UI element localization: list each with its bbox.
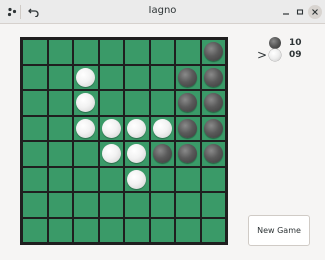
board-cell[interactable] [22,217,48,243]
board-cell[interactable] [73,90,99,116]
board-cell[interactable] [124,39,150,65]
board-cell[interactable] [47,192,73,218]
board-cell[interactable] [200,90,226,116]
board-cell[interactable] [200,115,226,141]
maximize-icon [296,9,304,15]
board-cell[interactable] [47,115,73,141]
black-disc [178,118,198,138]
white-disc [152,118,172,138]
white-disc [127,144,147,164]
board-cell[interactable] [149,192,175,218]
board-cell[interactable] [47,166,73,192]
board-cell[interactable] [175,39,201,65]
maximize-button[interactable] [292,3,308,21]
game-board [20,37,228,245]
board-cell[interactable] [124,115,150,141]
board-cell[interactable] [200,166,226,192]
board-cell[interactable] [47,90,73,116]
black-disc [203,42,223,62]
white-score: 09 [289,50,302,60]
close-icon [308,5,322,19]
board-cell[interactable] [124,217,150,243]
black-disc [203,67,223,87]
board-cell[interactable] [22,115,48,141]
black-disc [178,67,198,87]
close-button[interactable] [307,3,323,21]
black-disc [203,118,223,138]
board-cell[interactable] [149,217,175,243]
board-cell[interactable] [149,64,175,90]
board-cell[interactable] [175,217,201,243]
black-disc [203,144,223,164]
black-score: 10 [289,38,302,48]
board-cell[interactable] [73,217,99,243]
black-disc [203,93,223,113]
board-cell[interactable] [200,192,226,218]
white-disc [101,144,121,164]
board-cell[interactable] [98,166,124,192]
board-cell[interactable] [175,166,201,192]
board-cell[interactable] [124,192,150,218]
board-cell[interactable] [98,141,124,167]
board-cell[interactable] [175,192,201,218]
board-cell[interactable] [98,217,124,243]
white-disc [127,169,147,189]
board-cell[interactable] [47,141,73,167]
white-disc [76,93,96,113]
board-cell[interactable] [124,90,150,116]
board-cell[interactable] [73,141,99,167]
board-cell[interactable] [22,166,48,192]
board-cell[interactable] [98,192,124,218]
board-cell[interactable] [47,217,73,243]
board-cell[interactable] [200,64,226,90]
board-cell[interactable] [22,39,48,65]
app-window: Iagno 10 > 09 New Game [0,0,325,260]
board-cell[interactable] [73,192,99,218]
board-cell[interactable] [22,192,48,218]
board-cell[interactable] [124,141,150,167]
board-cell[interactable] [149,141,175,167]
black-disc [178,93,198,113]
board-cell[interactable] [22,64,48,90]
board-cell[interactable] [98,64,124,90]
board-cell[interactable] [200,141,226,167]
board-cell[interactable] [149,39,175,65]
board-cell[interactable] [73,115,99,141]
board-cell[interactable] [124,64,150,90]
white-disc [76,118,96,138]
board-cell[interactable] [73,39,99,65]
board-cell[interactable] [175,90,201,116]
board-cell[interactable] [47,64,73,90]
board-cell[interactable] [47,39,73,65]
board-cell[interactable] [200,39,226,65]
board-cell[interactable] [73,64,99,90]
white-disc [127,118,147,138]
board-cell[interactable] [98,115,124,141]
board-cell[interactable] [124,166,150,192]
black-disc [178,144,198,164]
board-cell[interactable] [73,166,99,192]
white-disc [101,118,121,138]
new-game-button[interactable]: New Game [248,215,310,246]
score-white: 09 [256,48,316,62]
minimize-icon [283,13,289,15]
board-cell[interactable] [149,115,175,141]
window-title: Iagno [148,5,177,16]
board-cell[interactable] [98,90,124,116]
board-cell[interactable] [98,39,124,65]
board-cell[interactable] [149,166,175,192]
header-bar: Iagno [0,0,325,24]
black-disc [152,144,172,164]
board-cell[interactable] [175,64,201,90]
board-cell[interactable] [175,141,201,167]
board-cell[interactable] [22,90,48,116]
board-cell[interactable] [149,90,175,116]
board-cell[interactable] [200,217,226,243]
white-disc-icon [269,49,281,61]
board-cell[interactable] [175,115,201,141]
white-disc [76,67,96,87]
board-cell[interactable] [22,141,48,167]
